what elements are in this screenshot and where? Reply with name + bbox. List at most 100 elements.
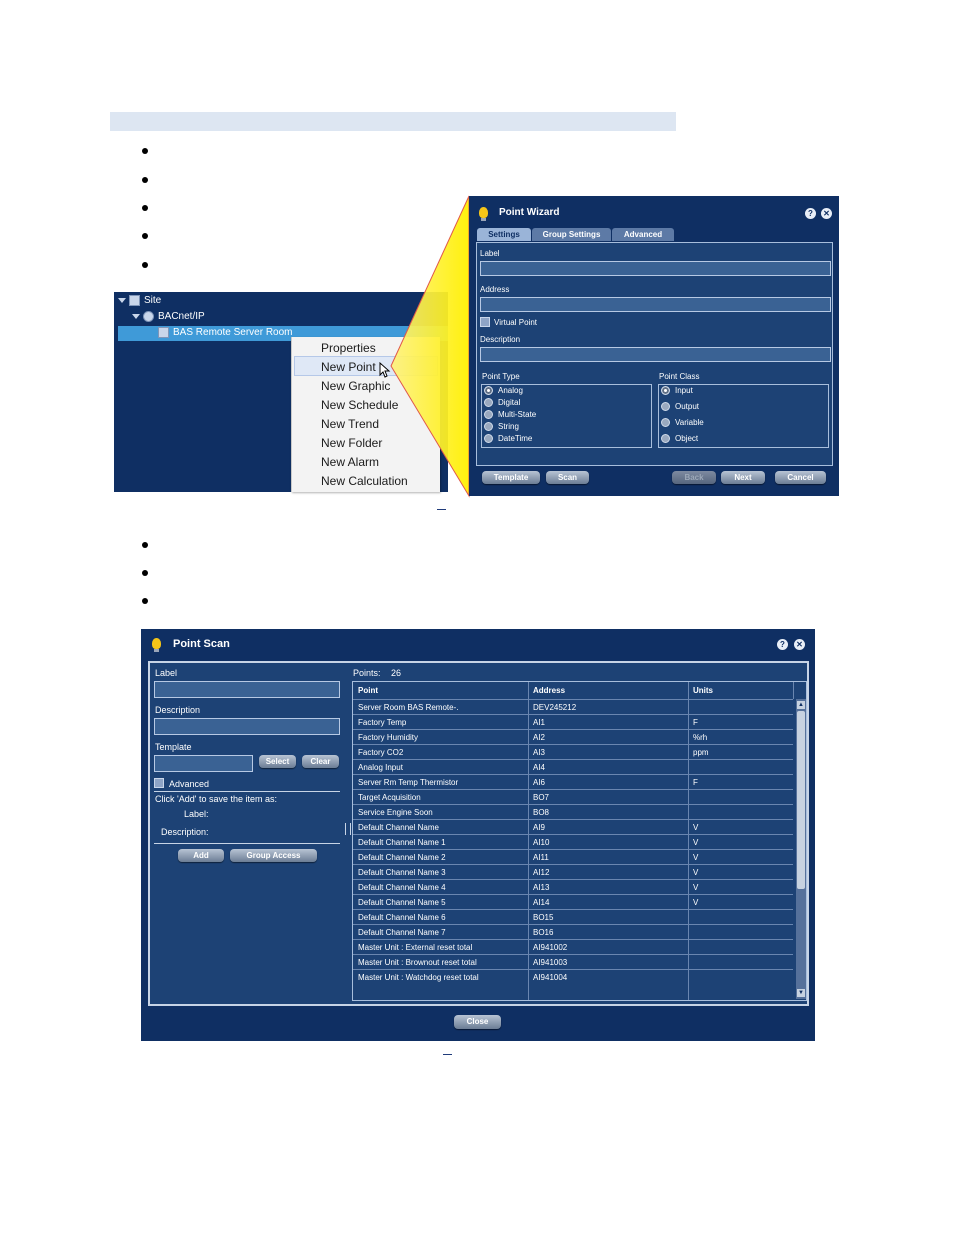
splitter-handle[interactable] <box>345 823 351 835</box>
expand-triangle-icon[interactable] <box>132 314 140 319</box>
template-input[interactable] <box>154 755 253 772</box>
radio-output[interactable]: Output <box>661 402 699 412</box>
units-cell: ppm <box>693 748 709 757</box>
help-icon[interactable]: ? <box>805 208 816 219</box>
group-access-button[interactable]: Group Access <box>230 849 317 862</box>
advanced-label: Advanced <box>169 779 210 789</box>
template-button[interactable]: Template <box>482 471 540 484</box>
column-header-units[interactable]: Units <box>693 682 713 699</box>
virtual-point-checkbox[interactable] <box>480 317 490 327</box>
template-field-label: Template <box>155 742 192 752</box>
radio-analog[interactable]: Analog <box>484 386 523 396</box>
help-icon[interactable]: ? <box>777 639 788 650</box>
menu-item-new-calculation[interactable]: New Calculation <box>321 474 408 488</box>
point-cell: Default Channel Name <box>358 823 439 832</box>
add-button[interactable]: Add <box>178 849 224 862</box>
table-row[interactable]: Server Rm Temp Thermistor AI6 F <box>353 774 793 790</box>
callout-wedge <box>390 195 470 498</box>
radio-selected-icon[interactable] <box>661 386 670 396</box>
label-input[interactable] <box>154 681 340 698</box>
tab-group-settings[interactable]: Group Settings <box>532 228 611 241</box>
advanced-checkbox[interactable] <box>154 778 164 788</box>
radio-object[interactable]: Object <box>661 434 698 444</box>
radio-icon[interactable] <box>484 434 493 444</box>
back-button[interactable]: Back <box>672 471 716 484</box>
scroll-up-icon[interactable]: ▲ <box>797 701 805 709</box>
tree-item-site[interactable]: Site <box>118 295 161 306</box>
close-icon[interactable]: ✕ <box>794 639 805 650</box>
address-cell: AI2 <box>533 733 546 742</box>
table-row[interactable]: Server Room BAS Remote-. DEV245212 <box>353 699 793 715</box>
label-input[interactable] <box>480 261 831 276</box>
description-input[interactable] <box>480 347 831 362</box>
tab-settings[interactable]: Settings <box>477 228 531 241</box>
table-row[interactable]: Default Channel Name 2 AI11 V <box>353 849 793 865</box>
table-row[interactable]: Factory Temp AI1 F <box>353 714 793 730</box>
menu-item-new-point[interactable]: New Point <box>321 360 376 374</box>
menu-item-new-alarm[interactable]: New Alarm <box>321 455 379 469</box>
table-row[interactable]: Default Channel Name 3 AI12 V <box>353 864 793 880</box>
radio-icon[interactable] <box>661 434 670 444</box>
radio-variable[interactable]: Variable <box>661 418 704 428</box>
units-cell <box>693 925 788 940</box>
column-header-address[interactable]: Address <box>533 682 565 699</box>
close-button[interactable]: Close <box>454 1015 501 1029</box>
menu-item-new-trend[interactable]: New Trend <box>321 417 379 431</box>
table-row[interactable]: Factory CO2 AI3 ppm <box>353 744 793 760</box>
table-row[interactable]: Service Engine Soon BO8 <box>353 804 793 820</box>
table-row[interactable]: Default Channel Name 4 AI13 V <box>353 879 793 895</box>
scroll-down-icon[interactable]: ▼ <box>797 989 805 997</box>
expand-triangle-icon[interactable] <box>118 298 126 303</box>
description-input[interactable] <box>154 718 340 735</box>
scrollbar-thumb[interactable] <box>797 711 805 889</box>
tree-item-device[interactable]: BAS Remote Server Room <box>158 327 293 338</box>
radio-datetime[interactable]: DateTime <box>484 434 532 444</box>
table-row[interactable]: Master Unit : External reset total AI9410… <box>353 939 793 955</box>
point-cell: Factory Temp <box>358 718 407 727</box>
tree-item-bacnet[interactable]: BACnet/IP <box>132 311 205 322</box>
next-button[interactable]: Next <box>721 471 765 484</box>
radio-icon[interactable] <box>661 418 670 428</box>
point-cell: Default Channel Name 6 <box>358 913 446 922</box>
close-icon[interactable]: ✕ <box>821 208 832 219</box>
radio-digital[interactable]: Digital <box>484 398 520 408</box>
radio-selected-icon[interactable] <box>484 386 493 396</box>
radio-icon[interactable] <box>484 398 493 408</box>
units-cell: V <box>693 823 699 832</box>
cancel-button[interactable]: Cancel <box>775 471 826 484</box>
address-input[interactable] <box>480 297 831 312</box>
bullet <box>142 177 148 183</box>
menu-item-new-graphic[interactable]: New Graphic <box>321 379 390 393</box>
radio-icon[interactable] <box>484 410 493 420</box>
radio-icon[interactable] <box>661 402 670 412</box>
address-cell: AI6 <box>533 778 546 787</box>
tab-advanced[interactable]: Advanced <box>612 228 674 241</box>
menu-item-properties[interactable]: Properties <box>321 341 376 355</box>
table-row[interactable]: Default Channel Name AI9 V <box>353 819 793 835</box>
radio-multi-state[interactable]: Multi-State <box>484 410 536 420</box>
column-header-point[interactable]: Point <box>358 682 378 699</box>
table-row[interactable]: Default Channel Name 6 BO15 <box>353 909 793 925</box>
table-row[interactable]: Default Channel Name 5 AI14 V <box>353 894 793 910</box>
table-row[interactable]: Master Unit : Watchdog reset total AI9410… <box>353 969 793 985</box>
table-row[interactable]: Default Channel Name 7 BO16 <box>353 924 793 940</box>
radio-input[interactable]: Input <box>661 386 693 396</box>
address-cell: DEV245212 <box>533 703 577 712</box>
table-row[interactable]: Default Channel Name 1 AI10 V <box>353 834 793 850</box>
clear-button[interactable]: Clear <box>302 755 339 768</box>
radio-string[interactable]: String <box>484 422 519 432</box>
radio-icon[interactable] <box>484 422 493 432</box>
save-description-text: Description: <box>161 827 209 837</box>
column-divider <box>793 682 794 699</box>
table-row[interactable]: Master Unit : Brownout reset total AI9410… <box>353 954 793 970</box>
table-row[interactable]: Analog Input AI4 <box>353 759 793 775</box>
select-button[interactable]: Select <box>259 755 296 768</box>
table-scrollbar[interactable]: ▲ ▼ <box>796 699 806 999</box>
table-row[interactable]: Factory Humidity AI2 %rh <box>353 729 793 745</box>
save-hint-text: Click 'Add' to save the item as: <box>155 794 277 804</box>
menu-item-new-folder[interactable]: New Folder <box>321 436 382 450</box>
point-cell: Server Room BAS Remote-. <box>358 703 459 712</box>
table-row[interactable]: Target Acquisition BO7 <box>353 789 793 805</box>
scan-button[interactable]: Scan <box>546 471 589 484</box>
menu-item-new-schedule[interactable]: New Schedule <box>321 398 398 412</box>
